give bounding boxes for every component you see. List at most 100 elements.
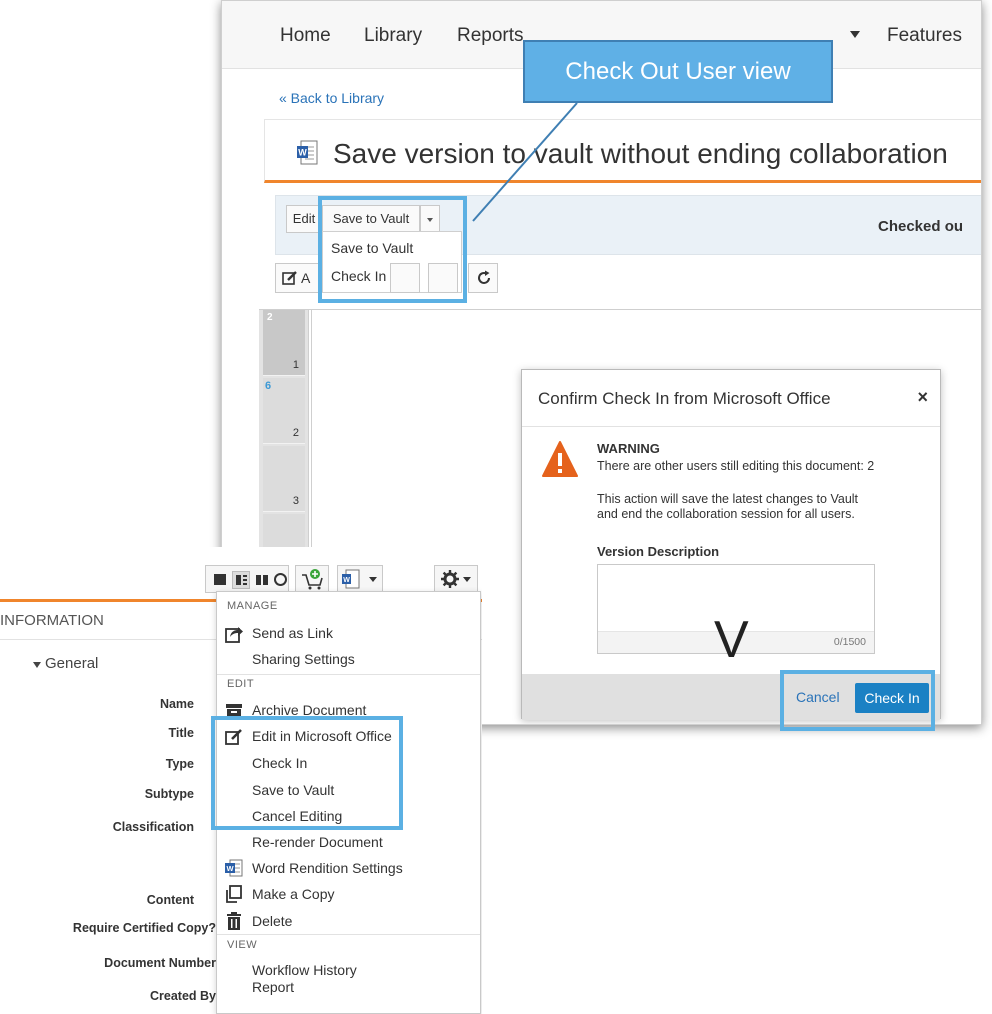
edit-icon: [225, 729, 242, 745]
annotate-button[interactable]: A: [275, 263, 322, 293]
grid-view-icon[interactable]: [256, 575, 268, 585]
history-icon[interactable]: [274, 573, 287, 586]
menu-item-edit-in-microsoft-office[interactable]: Edit in Microsoft Office: [252, 728, 392, 744]
comment-count-badge: 2: [267, 312, 273, 323]
field-label-document-number: Document Number: [104, 956, 216, 970]
divider: [522, 426, 940, 427]
svg-text:W: W: [298, 148, 307, 158]
svg-text:W: W: [343, 577, 350, 584]
field-label-created-by: Created By: [150, 989, 216, 1003]
field-label-type: Type: [165, 757, 194, 771]
close-icon[interactable]: ×: [917, 387, 928, 408]
menu-item-workflow-history[interactable]: Workflow History: [252, 962, 357, 978]
field-label-name: Name: [159, 697, 194, 711]
gear-icon: [441, 570, 459, 588]
layout-toggle-group: [205, 565, 289, 593]
dialog-title: Confirm Check In from Microsoft Office: [538, 389, 831, 408]
nav-library[interactable]: Library: [364, 25, 422, 47]
page-number: 1: [292, 359, 299, 371]
menu-divider: [217, 934, 480, 935]
single-view-icon[interactable]: [214, 574, 226, 585]
menu-item-delete[interactable]: Delete: [252, 913, 292, 929]
version-description-label: Version Description: [597, 544, 720, 559]
menu-item-send-as-link[interactable]: Send as Link: [252, 625, 333, 641]
menu-item-sharing-settings[interactable]: Sharing Settings: [252, 651, 355, 667]
information-header: INFORMATION: [0, 612, 104, 629]
menu-item-make-a-copy[interactable]: Make a Copy: [252, 886, 334, 902]
callout-label: Check Out User view: [523, 40, 833, 103]
warning-message: This action will save the latest changes…: [597, 492, 859, 506]
dropdown-item-check-in[interactable]: Check In: [331, 268, 386, 284]
toolbar-button[interactable]: [390, 263, 420, 293]
menu-item-archive-document[interactable]: Archive Document: [252, 702, 366, 718]
warning-message: and end the collaboration session for al…: [597, 507, 855, 521]
nav-chevron-down-icon[interactable]: [850, 31, 860, 38]
page-number: 2: [292, 427, 299, 439]
refresh-icon: [478, 270, 490, 284]
field-label-classification: Classification: [112, 820, 194, 834]
archive-icon: [226, 704, 242, 719]
menu-section-manage: MANAGE: [227, 600, 278, 612]
save-dropdown-toggle[interactable]: [420, 205, 440, 233]
field-label-require-certified-copy: Require Certified Copy?: [72, 921, 216, 935]
nav-home[interactable]: Home: [280, 25, 331, 47]
char-counter: 0/1500: [833, 636, 866, 648]
annotate-label: A: [301, 270, 311, 286]
office-actions-button[interactable]: W: [337, 565, 383, 593]
send-link-icon: [225, 627, 243, 643]
cancel-button[interactable]: Cancel: [796, 689, 840, 705]
page-thumbnail[interactable]: 6 2: [263, 378, 305, 444]
document-title-bar: W Save version to vault without ending c…: [264, 119, 981, 183]
menu-divider: [217, 674, 480, 675]
actions-gear-button[interactable]: [434, 565, 478, 593]
word-doc-icon: W: [297, 140, 318, 165]
add-to-cart-button[interactable]: [295, 565, 329, 593]
menu-item-report[interactable]: Report: [252, 979, 294, 995]
nav-reports[interactable]: Reports: [457, 25, 524, 47]
menu-item-save-to-vault[interactable]: Save to Vault: [252, 782, 334, 798]
trash-icon: [227, 912, 241, 930]
document-title: Save version to vault without ending col…: [333, 138, 948, 169]
save-to-vault-button[interactable]: Save to Vault: [322, 205, 420, 233]
menu-item-check-in[interactable]: Check In: [252, 755, 307, 771]
split-view-icon-inner: [236, 575, 241, 585]
copy-icon: [226, 885, 242, 903]
field-label-title: Title: [168, 726, 194, 740]
check-in-button[interactable]: Check In: [855, 683, 929, 713]
split-view-icon-bars: [243, 575, 247, 585]
page-thumbnail[interactable]: 3: [263, 446, 305, 512]
chevron-down-icon: [463, 577, 471, 582]
warning-title: WARNING: [597, 441, 660, 456]
checked-out-status: Checked ou: [878, 218, 964, 235]
menu-section-edit: EDIT: [227, 678, 255, 690]
comment-count-badge: 6: [265, 380, 272, 392]
menu-item-re-render-document[interactable]: Re-render Document: [252, 834, 383, 850]
chevron-down-icon: [427, 217, 433, 222]
general-section-toggle[interactable]: General: [45, 655, 98, 672]
page-number: 3: [292, 495, 299, 507]
toolbar-button[interactable]: [428, 263, 458, 293]
edit-button[interactable]: Edit: [286, 205, 322, 233]
nav-features[interactable]: Features: [887, 25, 962, 47]
edit-icon: [282, 271, 297, 285]
document-actions-menu: MANAGE Send as Link Sharing Settings EDI…: [216, 591, 481, 1014]
menu-item-cancel-editing[interactable]: Cancel Editing: [252, 808, 342, 824]
refresh-button[interactable]: [468, 263, 498, 293]
dropdown-item-save-to-vault[interactable]: Save to Vault: [331, 240, 413, 256]
split-view-icon[interactable]: [232, 571, 250, 589]
cart-icon: [302, 569, 323, 590]
caret-down-icon[interactable]: [33, 662, 41, 668]
word-icon: W: [225, 859, 243, 877]
menu-item-word-rendition-settings[interactable]: Word Rendition Settings: [252, 860, 403, 876]
page-thumbnail[interactable]: 2 1: [263, 310, 305, 376]
warning-icon: [542, 441, 578, 477]
document-actions-panel: W INFORMATION General Name Title Type Su…: [0, 547, 482, 1014]
warning-message: There are other users still editing this…: [597, 459, 875, 473]
menu-section-view: VIEW: [227, 939, 258, 951]
dialog-footer: Cancel Check In: [522, 674, 940, 720]
word-doc-icon: W: [342, 569, 360, 589]
document-page-text: V: [714, 611, 749, 669]
field-label-content: Content: [146, 893, 194, 907]
back-to-library-link[interactable]: « Back to Library: [279, 90, 384, 106]
svg-text:W: W: [226, 864, 234, 873]
